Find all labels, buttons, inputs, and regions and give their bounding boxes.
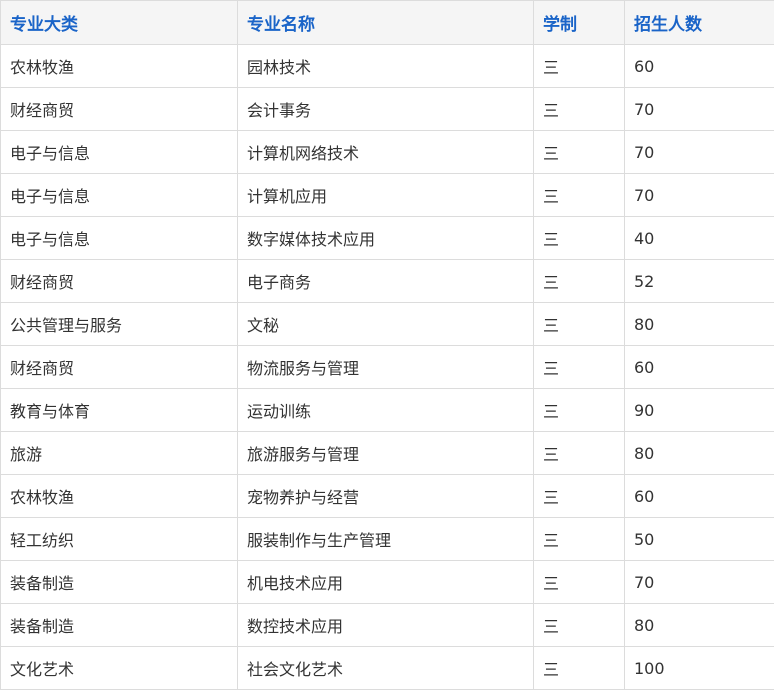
cell-major-category: 电子与信息 xyxy=(1,174,238,217)
table-row: 文化艺术社会文化艺术三100 xyxy=(1,647,774,690)
cell-major-name: 计算机应用 xyxy=(238,174,534,217)
header-duration: 学制 xyxy=(534,1,625,45)
cell-major-name: 数控技术应用 xyxy=(238,604,534,647)
cell-duration: 三 xyxy=(534,561,625,604)
cell-duration: 三 xyxy=(534,518,625,561)
table-header: 专业大类 专业名称 学制 招生人数 xyxy=(1,1,774,45)
cell-duration: 三 xyxy=(534,174,625,217)
cell-major-category: 财经商贸 xyxy=(1,88,238,131)
cell-major-name: 物流服务与管理 xyxy=(238,346,534,389)
cell-major-category: 旅游 xyxy=(1,432,238,475)
cell-major-category: 装备制造 xyxy=(1,561,238,604)
cell-major-category: 财经商贸 xyxy=(1,260,238,303)
cell-major-name: 会计事务 xyxy=(238,88,534,131)
cell-major-name: 机电技术应用 xyxy=(238,561,534,604)
cell-enrollment: 52 xyxy=(625,260,774,303)
cell-major-category: 农林牧渔 xyxy=(1,45,238,88)
cell-major-name: 旅游服务与管理 xyxy=(238,432,534,475)
table-row: 财经商贸会计事务三70 xyxy=(1,88,774,131)
table-row: 轻工纺织服装制作与生产管理三50 xyxy=(1,518,774,561)
cell-enrollment: 90 xyxy=(625,389,774,432)
cell-duration: 三 xyxy=(534,260,625,303)
table-row: 电子与信息计算机应用三70 xyxy=(1,174,774,217)
cell-major-category: 教育与体育 xyxy=(1,389,238,432)
table-row: 教育与体育运动训练三90 xyxy=(1,389,774,432)
cell-duration: 三 xyxy=(534,131,625,174)
cell-duration: 三 xyxy=(534,346,625,389)
cell-major-name: 社会文化艺术 xyxy=(238,647,534,690)
table-row: 电子与信息数字媒体技术应用三40 xyxy=(1,217,774,260)
cell-major-category: 电子与信息 xyxy=(1,131,238,174)
table-row: 旅游旅游服务与管理三80 xyxy=(1,432,774,475)
cell-duration: 三 xyxy=(534,475,625,518)
cell-enrollment: 100 xyxy=(625,647,774,690)
table-row: 农林牧渔园林技术三60 xyxy=(1,45,774,88)
cell-major-category: 文化艺术 xyxy=(1,647,238,690)
cell-major-category: 装备制造 xyxy=(1,604,238,647)
cell-enrollment: 80 xyxy=(625,604,774,647)
cell-duration: 三 xyxy=(534,432,625,475)
cell-duration: 三 xyxy=(534,217,625,260)
cell-major-name: 服装制作与生产管理 xyxy=(238,518,534,561)
cell-duration: 三 xyxy=(534,647,625,690)
cell-enrollment: 70 xyxy=(625,88,774,131)
cell-major-category: 轻工纺织 xyxy=(1,518,238,561)
cell-enrollment: 80 xyxy=(625,432,774,475)
cell-major-name: 文秘 xyxy=(238,303,534,346)
cell-enrollment: 50 xyxy=(625,518,774,561)
cell-major-name: 电子商务 xyxy=(238,260,534,303)
header-row: 专业大类 专业名称 学制 招生人数 xyxy=(1,1,774,45)
cell-enrollment: 60 xyxy=(625,45,774,88)
header-enrollment: 招生人数 xyxy=(625,1,774,45)
cell-enrollment: 70 xyxy=(625,131,774,174)
table-row: 装备制造机电技术应用三70 xyxy=(1,561,774,604)
cell-enrollment: 60 xyxy=(625,346,774,389)
cell-enrollment: 60 xyxy=(625,475,774,518)
cell-major-category: 财经商贸 xyxy=(1,346,238,389)
cell-major-category: 公共管理与服务 xyxy=(1,303,238,346)
enrollment-table: 专业大类 专业名称 学制 招生人数 农林牧渔园林技术三60财经商贸会计事务三70… xyxy=(0,0,774,690)
header-major-name: 专业名称 xyxy=(238,1,534,45)
table-row: 公共管理与服务文秘三80 xyxy=(1,303,774,346)
cell-major-name: 运动训练 xyxy=(238,389,534,432)
table-row: 电子与信息计算机网络技术三70 xyxy=(1,131,774,174)
cell-duration: 三 xyxy=(534,604,625,647)
cell-duration: 三 xyxy=(534,303,625,346)
table-row: 农林牧渔宠物养护与经营三60 xyxy=(1,475,774,518)
cell-major-category: 电子与信息 xyxy=(1,217,238,260)
cell-major-name: 计算机网络技术 xyxy=(238,131,534,174)
cell-enrollment: 70 xyxy=(625,174,774,217)
cell-major-category: 农林牧渔 xyxy=(1,475,238,518)
table-row: 财经商贸物流服务与管理三60 xyxy=(1,346,774,389)
header-major-category: 专业大类 xyxy=(1,1,238,45)
cell-enrollment: 70 xyxy=(625,561,774,604)
cell-duration: 三 xyxy=(534,88,625,131)
table-row: 装备制造数控技术应用三80 xyxy=(1,604,774,647)
cell-enrollment: 80 xyxy=(625,303,774,346)
cell-duration: 三 xyxy=(534,389,625,432)
cell-enrollment: 40 xyxy=(625,217,774,260)
table-body: 农林牧渔园林技术三60财经商贸会计事务三70电子与信息计算机网络技术三70电子与… xyxy=(1,45,774,690)
table-row: 财经商贸电子商务三52 xyxy=(1,260,774,303)
cell-major-name: 园林技术 xyxy=(238,45,534,88)
cell-duration: 三 xyxy=(534,45,625,88)
cell-major-name: 数字媒体技术应用 xyxy=(238,217,534,260)
cell-major-name: 宠物养护与经营 xyxy=(238,475,534,518)
